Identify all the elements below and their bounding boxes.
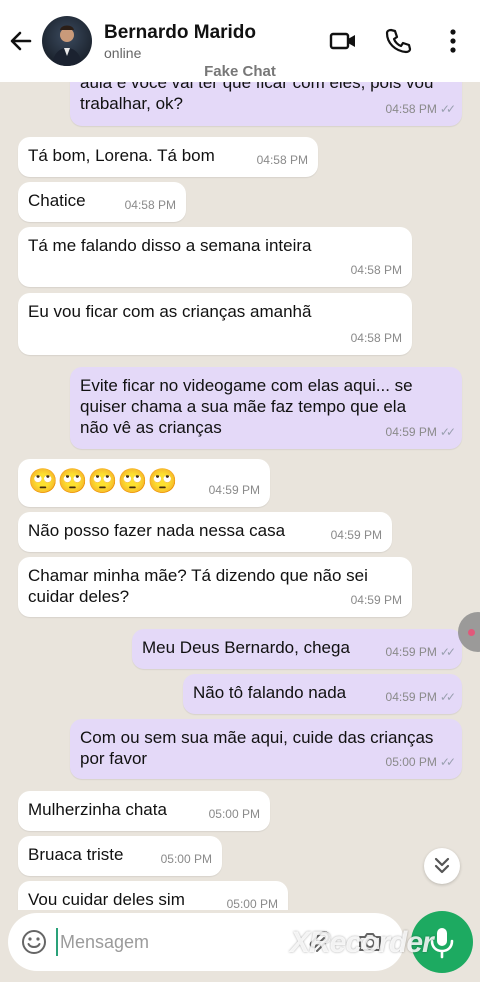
message-bubble-incoming[interactable]: Eu vou ficar com as crianças amanhã 04:5… — [18, 293, 412, 355]
contact-name[interactable]: Bernardo Marido — [104, 22, 256, 44]
message-bubble-outgoing[interactable]: Com ou sem sua mãe aqui, cuide das crian… — [70, 719, 462, 779]
message-meta: 05:00 PM — [209, 804, 260, 825]
message-meta: 05:00 PM ✓✓ — [385, 752, 457, 773]
more-vertical-icon[interactable] — [438, 26, 468, 56]
read-ticks-icon: ✓✓ — [439, 645, 456, 659]
emoji-icon[interactable] — [20, 928, 48, 956]
message-time: 04:59 PM — [385, 645, 437, 659]
message-time: 04:58 PM — [124, 198, 176, 212]
message-meta: 04:59 PM — [331, 525, 382, 546]
fake-chat-label: Fake Chat — [204, 63, 276, 80]
message-meta: 05:00 PM — [161, 849, 212, 870]
message-input[interactable] — [56, 928, 276, 956]
message-text: Tá me falando disso a semana inteira — [28, 236, 312, 255]
message-meta: 04:59 PM ✓✓ — [385, 422, 457, 443]
chevron-double-down-icon[interactable] — [424, 848, 460, 884]
message-bubble-outgoing[interactable]: Meu Deus Bernardo, chega 04:59 PM ✓✓ — [132, 629, 462, 669]
video-camera-icon[interactable] — [328, 26, 358, 56]
message-meta: 04:59 PM ✓✓ — [385, 687, 457, 708]
phone-icon[interactable] — [383, 26, 413, 56]
message-time: 05:00 PM — [385, 755, 437, 769]
message-bubble-incoming[interactable]: Não posso fazer nada nessa casa 04:59 PM — [18, 512, 392, 552]
message-meta: 04:58 PM — [257, 150, 308, 171]
message-meta: 04:59 PM — [351, 590, 402, 611]
message-meta: 04:58 PM ✓✓ — [385, 99, 457, 120]
message-time: 04:59 PM — [385, 425, 437, 439]
message-bubble-incoming[interactable]: Tá bom, Lorena. Tá bom 04:58 PM — [18, 137, 318, 177]
avatar[interactable] — [42, 16, 92, 66]
message-text: Chamar minha mãe? Tá dizendo que não sei… — [28, 566, 368, 606]
message-time: 05:00 PM — [208, 807, 260, 821]
message-time: 04:58 PM — [350, 331, 402, 345]
message-time: 05:00 PM — [226, 897, 278, 910]
read-ticks-icon: ✓✓ — [439, 755, 456, 769]
message-meta: 04:58 PM — [351, 328, 402, 349]
read-ticks-icon: ✓✓ — [439, 425, 456, 439]
message-bubble-incoming[interactable]: 🙄🙄🙄🙄🙄 04:59 PM — [18, 459, 270, 507]
message-meta: 04:59 PM ✓✓ — [385, 642, 457, 663]
message-bubble-incoming[interactable]: Chatice 04:58 PM — [18, 182, 186, 222]
read-ticks-icon: ✓✓ — [439, 690, 456, 704]
message-list[interactable]: aula e você vai ter que ficar com eles, … — [0, 82, 480, 910]
message-bubble-incoming[interactable]: Tá me falando disso a semana inteira 04:… — [18, 227, 412, 287]
arrow-left-icon[interactable] — [6, 26, 36, 56]
message-meta: 04:58 PM — [351, 260, 402, 281]
message-time: 04:58 PM — [350, 263, 402, 277]
message-meta: 04:58 PM — [125, 195, 176, 216]
message-bubble-outgoing[interactable]: Evite ficar no videogame com elas aqui..… — [70, 367, 462, 449]
message-time: 04:59 PM — [330, 528, 382, 542]
message-meta: 05:00 PM — [227, 894, 278, 910]
message-meta: 04:59 PM — [209, 480, 260, 501]
message-time: 04:59 PM — [385, 690, 437, 704]
read-ticks-icon: ✓✓ — [439, 102, 456, 116]
recorder-watermark: XRecorder — [290, 926, 434, 959]
message-time: 04:59 PM — [350, 593, 402, 607]
message-bubble-outgoing[interactable]: aula e você vai ter que ficar com eles, … — [70, 82, 462, 126]
contact-status: online — [104, 45, 142, 61]
message-bubble-incoming[interactable]: Chamar minha mãe? Tá dizendo que não sei… — [18, 557, 412, 617]
message-bubble-incoming[interactable]: Mulherzinha chata 05:00 PM — [18, 791, 270, 831]
message-time: 04:58 PM — [256, 153, 308, 167]
message-bubble-incoming[interactable]: Vou cuidar deles sim 05:00 PM — [18, 881, 288, 910]
message-text: Eu vou ficar com as crianças amanhã — [28, 302, 312, 321]
message-text: Não posso fazer nada nessa casa — [28, 521, 286, 540]
message-time: 04:58 PM — [385, 102, 437, 116]
message-time: 04:59 PM — [208, 483, 260, 497]
message-bubble-incoming[interactable]: Bruaca triste 05:00 PM — [18, 836, 222, 876]
message-time: 05:00 PM — [160, 852, 212, 866]
message-bubble-outgoing[interactable]: Não tô falando nada 04:59 PM ✓✓ — [183, 674, 462, 714]
